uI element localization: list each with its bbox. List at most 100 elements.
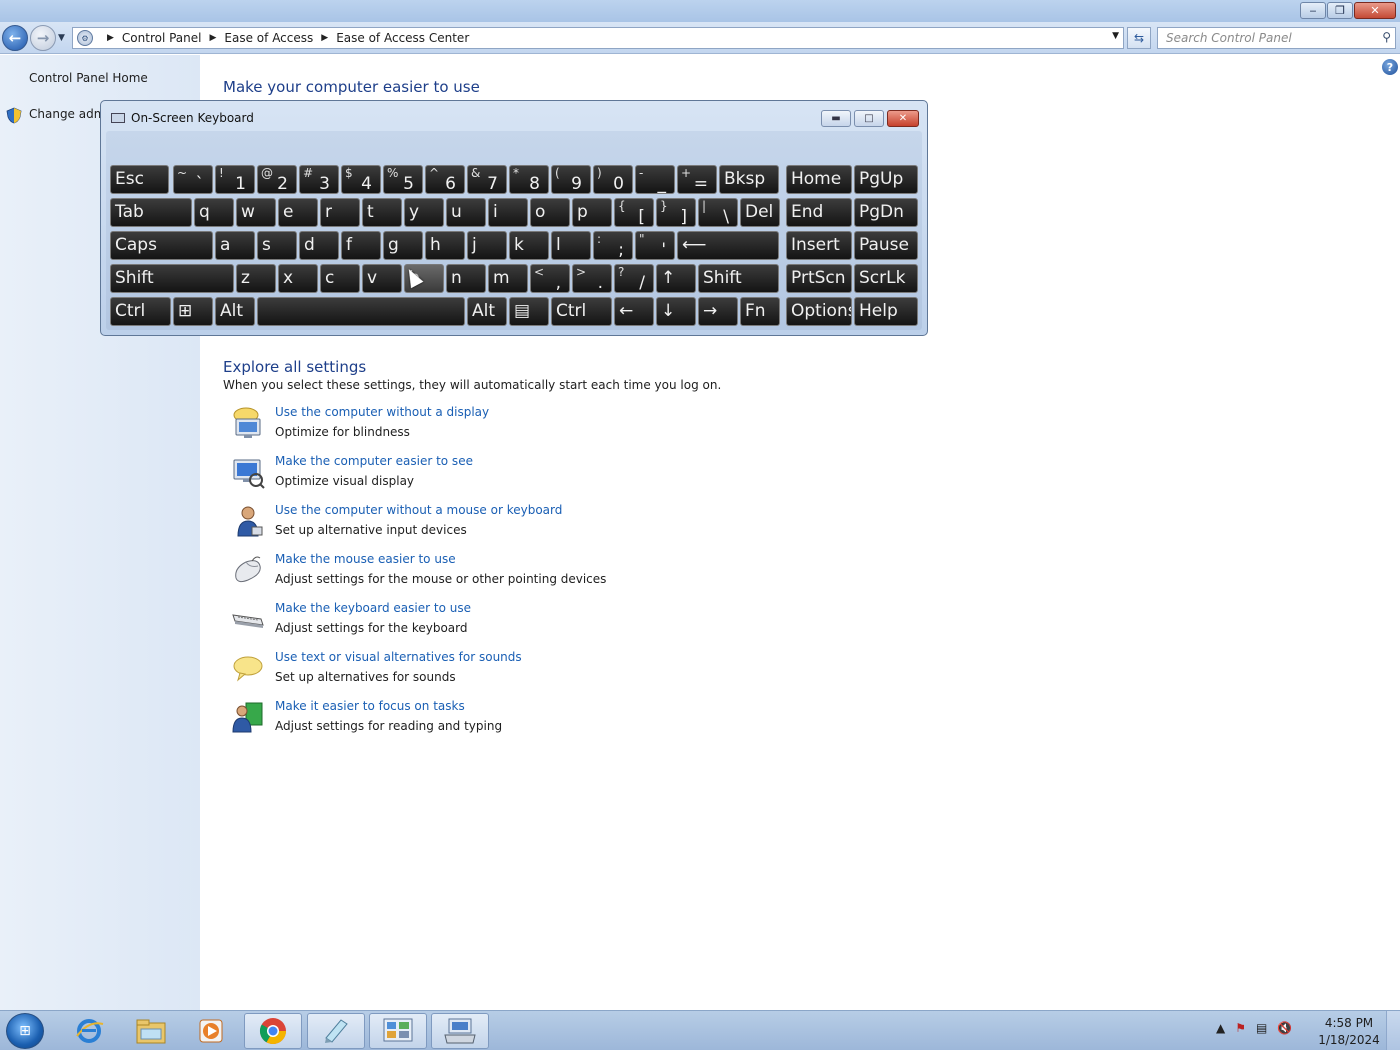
key-a[interactable]: a [215,231,255,260]
key-1[interactable]: ! 1 [215,165,255,194]
control-panel-home-link[interactable]: Control Panel Home [29,71,148,85]
key-v[interactable]: v [362,264,402,293]
key-alt[interactable]: Alt [467,297,507,326]
key-shift[interactable]: Shift [698,264,779,293]
key-h[interactable]: h [425,231,465,260]
close-button[interactable]: ✕ [1354,2,1396,19]
key-i[interactable]: i [488,198,528,227]
chrome-icon[interactable] [244,1013,302,1049]
setting-link-keyboard[interactable]: Make the keyboard easier to use [275,601,471,615]
setting-link-no-display[interactable]: Use the computer without a display [275,405,489,419]
key-z[interactable]: z [236,264,276,293]
setting-link-sound-alternatives[interactable]: Use text or visual alternatives for soun… [275,650,522,664]
breadcrumb-ease-of-access-center[interactable]: Ease of Access Center [336,31,469,45]
key--[interactable]: | \ [698,198,738,227]
key-t[interactable]: t [362,198,402,227]
setting-link-easier-to-see[interactable]: Make the computer easier to see [275,454,473,468]
key-ctrl[interactable]: Ctrl [551,297,612,326]
show-hidden-icons-icon[interactable]: ▲ [1216,1021,1225,1035]
forward-button[interactable]: → [30,25,56,51]
key--[interactable]: ~ ` [173,165,213,194]
key-shift[interactable]: Shift [110,264,234,293]
control-panel-icon[interactable] [369,1013,427,1049]
key-r[interactable]: r [320,198,360,227]
notepad-icon[interactable] [307,1013,365,1049]
key-bksp[interactable]: Bksp [719,165,779,194]
key-home[interactable]: Home [786,165,852,194]
key-del[interactable]: Del [740,198,780,227]
key-e[interactable]: e [278,198,318,227]
network-icon[interactable]: ▤ [1256,1021,1267,1035]
key-options[interactable]: Options [786,297,852,326]
key-k[interactable]: k [509,231,549,260]
internet-explorer-icon[interactable] [60,1013,118,1049]
recent-pages-dropdown[interactable]: ▼ [58,33,65,43]
file-explorer-icon[interactable] [122,1013,180,1049]
key-up-arrow[interactable]: ↑ [656,264,696,293]
key-g[interactable]: g [383,231,423,260]
key-p[interactable]: p [572,198,612,227]
key-fn[interactable]: Fn [740,297,780,326]
key-scrlk[interactable]: ScrLk [854,264,918,293]
key-9[interactable]: (9 [551,165,591,194]
address-dropdown-icon[interactable]: ▼ [1112,31,1119,41]
setting-link-mouse[interactable]: Make the mouse easier to use [275,552,456,566]
key-l[interactable]: l [551,231,591,260]
breadcrumb-arrow-icon[interactable]: ▶ [210,33,217,43]
key-caps[interactable]: Caps [110,231,213,260]
setting-link-focus[interactable]: Make it easier to focus on tasks [275,699,465,713]
key-menu[interactable]: ▤ [509,297,549,326]
key-x[interactable]: x [278,264,318,293]
key-7[interactable]: & 7 [467,165,507,194]
key-right-arrow[interactable]: → [698,297,738,326]
key-w[interactable]: w [236,198,276,227]
key-6[interactable]: ^ 6 [425,165,465,194]
maximize-button[interactable]: ❐ [1327,2,1353,19]
key--[interactable]: - _ [635,165,675,194]
key-f[interactable]: f [341,231,381,260]
media-player-icon[interactable] [182,1013,240,1049]
search-icon[interactable]: ⚲ [1382,30,1391,44]
osk-minimize-button[interactable]: ▬ [821,110,851,127]
key-pgup[interactable]: PgUp [854,165,918,194]
breadcrumb-control-panel[interactable]: Control Panel [122,31,202,45]
start-button[interactable]: ⊞ [6,1013,44,1049]
breadcrumb-arrow-icon[interactable]: ▶ [107,33,114,43]
key-end[interactable]: End [786,198,852,227]
key-2[interactable]: @2 [257,165,297,194]
key-esc[interactable]: Esc [110,165,169,194]
show-desktop-button[interactable] [1386,1011,1400,1050]
key-pause[interactable]: Pause [854,231,918,260]
key--[interactable]: " ' [635,231,675,260]
key-d[interactable]: d [299,231,339,260]
address-bar[interactable]: ⚙ ▶ Control Panel ▶ Ease of Access ▶ Eas… [72,27,1124,49]
refresh-button[interactable]: ⇆ [1127,27,1151,49]
key-o[interactable]: o [530,198,570,227]
key-tab[interactable]: Tab [110,198,192,227]
key--[interactable]: ? / [614,264,654,293]
back-button[interactable]: ← [2,25,28,51]
help-icon[interactable]: ? [1382,59,1398,75]
volume-muted-icon[interactable]: 🔇 [1277,1021,1292,1035]
search-input[interactable]: Search Control Panel ⚲ [1157,27,1396,49]
key-down-arrow[interactable]: ↓ [656,297,696,326]
key-prtscn[interactable]: PrtScn [786,264,852,293]
osk-close-button[interactable]: ✕ [887,110,919,127]
key-alt[interactable]: Alt [215,297,255,326]
key-enter[interactable]: ⟵ [677,231,779,260]
key-m[interactable]: m [488,264,528,293]
key--[interactable]: :; [593,231,633,260]
on-screen-keyboard-window[interactable]: On-Screen Keyboard ▬ □ ✕ Esc ~ `! 1 @2 #3 $4% 5… [100,100,928,336]
key-3[interactable]: #3 [299,165,339,194]
on-screen-keyboard-icon[interactable] [431,1013,489,1049]
clock[interactable]: 4:58 PM 1/18/2024 [1310,1015,1388,1049]
key-8[interactable]: * 8 [509,165,549,194]
key-j[interactable]: j [467,231,507,260]
minimize-button[interactable]: ‒ [1300,2,1326,19]
key-4[interactable]: $4 [341,165,381,194]
key-c[interactable]: c [320,264,360,293]
key--[interactable]: + = [677,165,717,194]
key--[interactable]: }] [656,198,696,227]
key-insert[interactable]: Insert [786,231,852,260]
key-u[interactable]: u [446,198,486,227]
